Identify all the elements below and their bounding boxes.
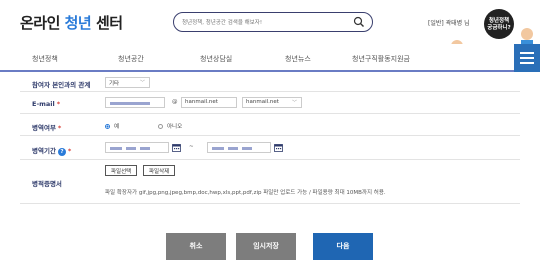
menu-icon-bar — [520, 52, 534, 54]
logo-prefix: 온라인 — [20, 14, 65, 32]
email-row: E-mail * @ hanmail.net hanmail.net ﹀ — [20, 92, 520, 114]
nav-item-news[interactable]: 청년뉴스 — [285, 54, 311, 64]
chevron-down-icon: ﹀ — [139, 80, 145, 86]
period-separator: ~ — [189, 144, 194, 150]
help-icon[interactable]: ? — [57, 148, 66, 156]
email-at-sign: @ — [172, 99, 178, 105]
redacted-text — [110, 147, 122, 150]
nav-item-job-support[interactable]: 청년구직활동지원금 — [352, 54, 410, 64]
period-label: 병역기간? * — [32, 145, 71, 156]
redacted-text — [140, 147, 150, 150]
site-logo[interactable]: 온라인 청년 센터 — [20, 12, 123, 33]
email-id-field[interactable] — [105, 97, 165, 108]
select-file-button[interactable]: 파일선택 — [105, 165, 138, 176]
military-yes-label: 예 — [114, 124, 120, 130]
search-box — [173, 12, 373, 32]
email-label: E-mail * — [32, 100, 60, 108]
next-button[interactable]: 다음 — [313, 233, 373, 260]
calendar-icon[interactable] — [274, 143, 283, 152]
save-temp-button[interactable]: 임시저장 — [236, 233, 296, 260]
period-start-field[interactable] — [105, 142, 169, 153]
file-upload-note: 파일 확장자가 gif,jpg,png,jpeg,bmp,doc,hwp,xls… — [105, 190, 386, 196]
nav-item-policy[interactable]: 청년정책 — [32, 54, 58, 64]
logo-suffix: 센터 — [91, 14, 123, 32]
relation-row: 참여자 본인과의 관계 기타 ﹀ — [20, 74, 520, 92]
nav-item-counsel[interactable]: 청년상담실 — [200, 54, 232, 64]
email-domain-select-value: hanmail.net — [246, 99, 279, 105]
relation-label: 참여자 본인과의 관계 — [32, 81, 91, 89]
promo-line2: 궁금하니? — [487, 23, 510, 31]
relation-select[interactable]: 기타 ﹀ — [105, 77, 150, 88]
radio-unchecked-icon — [158, 124, 163, 129]
military-row: 병역여부 * 예 아니오 — [20, 114, 520, 136]
redacted-text — [242, 147, 252, 150]
search-input[interactable] — [182, 16, 352, 29]
redacted-text — [228, 147, 238, 150]
delete-file-button[interactable]: 파일삭제 — [143, 165, 176, 176]
period-row: 병역기간? * ~ — [20, 136, 520, 160]
logo-accent: 청년 — [64, 14, 92, 32]
military-label-text: 병역여부 — [32, 124, 56, 132]
search-icon[interactable] — [353, 16, 365, 28]
certificate-row: 병적증명서 파일선택 파일삭제 파일 확장자가 gif,jpg,png,jpeg… — [20, 160, 520, 204]
military-yes-radio[interactable]: 예 — [105, 122, 119, 130]
period-end-field[interactable] — [207, 142, 271, 153]
redacted-text — [110, 102, 150, 105]
certificate-label: 병적증명서 — [32, 180, 62, 188]
period-label-text: 병역기간 — [32, 147, 56, 155]
military-no-radio[interactable]: 아니오 — [158, 122, 182, 130]
redacted-text — [212, 147, 224, 150]
relation-value: 기타 — [109, 81, 120, 87]
redacted-text — [126, 147, 136, 150]
calendar-icon[interactable] — [172, 143, 181, 152]
email-domain-value: hanmail.net — [185, 99, 218, 105]
required-mark: * — [57, 124, 62, 132]
military-label: 병역여부 * — [32, 122, 61, 132]
menu-icon-bar — [520, 62, 534, 64]
promo-line1: 청년정책 — [489, 16, 509, 24]
email-domain-select[interactable]: hanmail.net ﹀ — [242, 97, 302, 108]
main-nav: 청년정책 청년공간 청년상담실 청년뉴스 청년구직활동지원금 — [0, 44, 540, 72]
chevron-down-icon: ﹀ — [291, 100, 297, 106]
menu-button[interactable] — [514, 44, 540, 72]
radio-checked-icon — [105, 124, 110, 129]
military-no-label: 아니오 — [167, 124, 183, 130]
email-label-text: E-mail — [32, 100, 55, 108]
menu-icon-bar — [520, 57, 534, 59]
required-mark: * — [67, 147, 72, 155]
cancel-button[interactable]: 취소 — [166, 233, 226, 260]
required-mark: * — [56, 100, 61, 108]
nav-item-space[interactable]: 청년공간 — [118, 54, 144, 64]
email-domain-field[interactable]: hanmail.net — [181, 97, 237, 108]
